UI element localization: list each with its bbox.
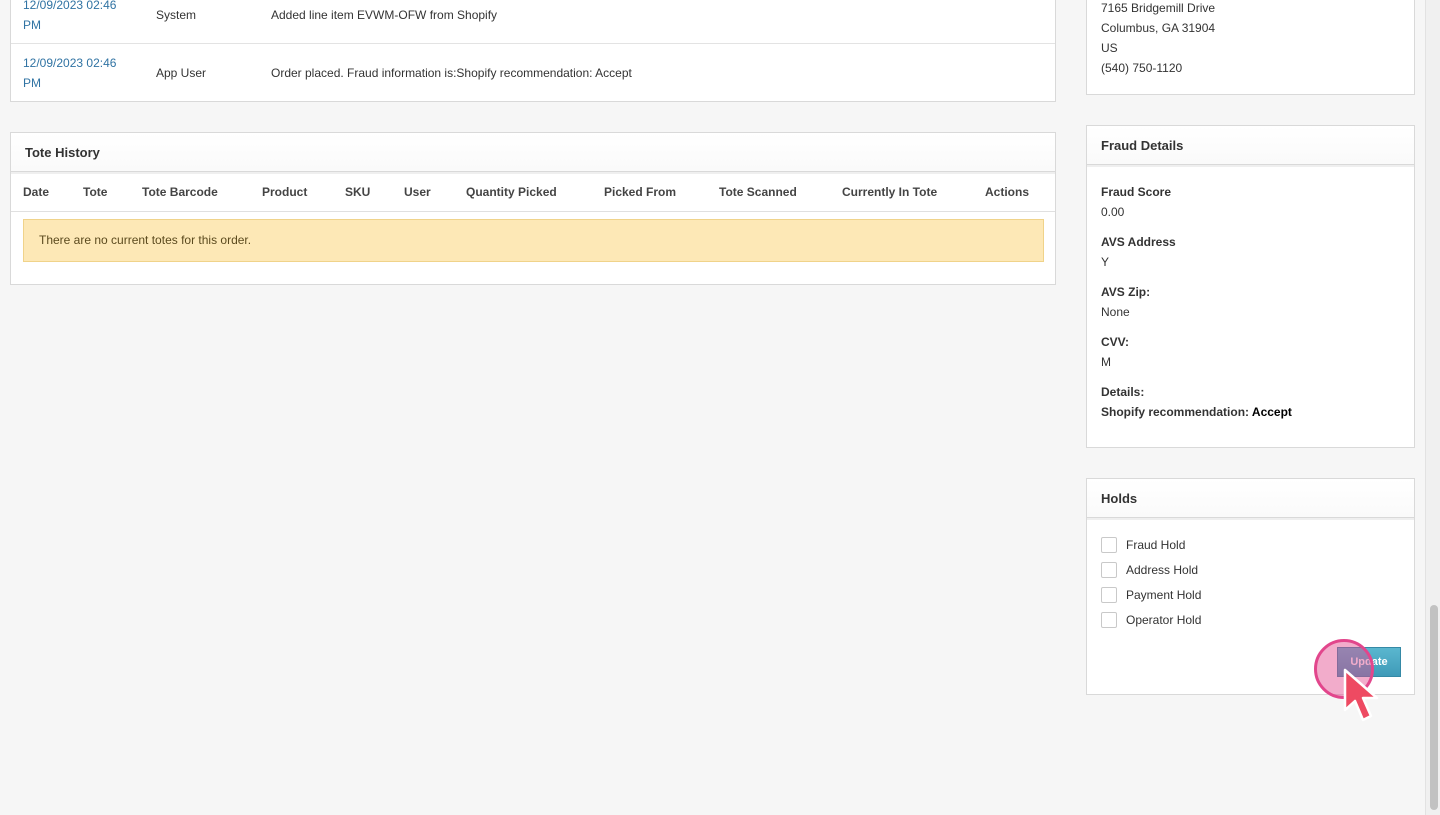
fraud-details-title: Fraud Details: [1087, 126, 1414, 165]
tote-history-title: Tote History: [11, 133, 1055, 172]
holds-title: Holds: [1087, 479, 1414, 518]
history-message: Order placed. Fraud information is:Shopi…: [271, 66, 632, 80]
tote-history-panel: Tote History Date Tote Tote Barcode Prod…: [10, 132, 1056, 285]
payment-hold-label[interactable]: Payment Hold: [1126, 588, 1201, 602]
column-header-quantity-picked: Quantity Picked: [466, 185, 557, 199]
address-phone: (540) 750-1120: [1101, 61, 1183, 75]
address-street: 7165 Bridgemill Drive: [1101, 1, 1216, 15]
fraud-details-panel: Fraud Details Fraud Score 0.00 AVS Addre…: [1086, 125, 1415, 448]
operator-hold-checkbox[interactable]: [1101, 612, 1117, 628]
column-header-date: Date: [23, 185, 50, 199]
history-message: Added line item EVWM-OFW from Shopify: [271, 8, 498, 22]
history-date-link[interactable]: 12/09/2023 02:46 PM: [23, 53, 116, 93]
details-recommendation: Accept: [1251, 405, 1292, 419]
fraud-hold-checkbox[interactable]: [1101, 537, 1117, 553]
payment-hold-checkbox[interactable]: [1101, 587, 1117, 603]
mouse-pointer-icon: [1343, 668, 1379, 722]
column-header-currently-in-tote: Currently In Tote: [842, 185, 938, 199]
empty-totes-alert: There are no current totes for this orde…: [23, 219, 1044, 262]
address-country: US: [1101, 41, 1118, 55]
shipping-address-panel: 7165 Bridgemill Drive Columbus, GA 31904…: [1086, 0, 1415, 95]
history-user: System: [156, 8, 197, 22]
column-header-product: Product: [262, 185, 308, 199]
avs-zip-label: AVS Zip:: [1101, 285, 1151, 299]
column-header-actions: Actions: [985, 185, 1030, 199]
fraud-hold-label[interactable]: Fraud Hold: [1126, 538, 1185, 552]
table-row: 12/09/2023 02:46 PM App User Order place…: [11, 44, 1055, 102]
page-scrollbar[interactable]: [1425, 0, 1440, 815]
history-date-suffix[interactable]: PM: [23, 15, 116, 35]
fraud-score-label: Fraud Score: [1101, 185, 1172, 199]
column-header-picked-from: Picked From: [604, 185, 677, 199]
avs-address-label: AVS Address: [1101, 235, 1176, 249]
history-date-link[interactable]: 12/09/2023 02:46 PM: [23, 0, 116, 35]
column-header-sku: SKU: [345, 185, 371, 199]
details-text: Shopify recommendation: Accept: [1101, 405, 1292, 419]
cvv-value: M: [1101, 355, 1111, 369]
address-hold-label[interactable]: Address Hold: [1126, 563, 1198, 577]
address-city-state-zip: Columbus, GA 31904: [1101, 21, 1216, 35]
column-header-tote-barcode: Tote Barcode: [142, 185, 218, 199]
column-header-tote-scanned: Tote Scanned: [719, 185, 797, 199]
avs-address-value: Y: [1101, 255, 1110, 269]
history-user: App User: [156, 66, 207, 80]
table-row: 12/09/2023 02:46 PM System Added line it…: [11, 0, 1055, 44]
column-header-tote: Tote: [83, 185, 108, 199]
scrollbar-thumb[interactable]: [1430, 605, 1438, 810]
history-date[interactable]: 12/09/2023 02:46: [23, 53, 116, 73]
details-label: Details:: [1101, 385, 1145, 399]
details-prefix: Shopify recommendation:: [1101, 405, 1250, 419]
avs-zip-value: None: [1101, 305, 1130, 319]
tote-history-header-row: Date Tote Tote Barcode Product SKU User …: [11, 173, 1055, 212]
fraud-score-value: 0.00: [1101, 205, 1125, 219]
column-header-user: User: [404, 185, 431, 199]
operator-hold-label[interactable]: Operator Hold: [1126, 613, 1201, 627]
history-date-suffix[interactable]: PM: [23, 73, 116, 93]
history-date[interactable]: 12/09/2023 02:46: [23, 0, 116, 15]
order-history-table: 12/09/2023 02:46 PM System Added line it…: [10, 0, 1056, 102]
address-hold-checkbox[interactable]: [1101, 562, 1117, 578]
cvv-label: CVV:: [1101, 335, 1130, 349]
